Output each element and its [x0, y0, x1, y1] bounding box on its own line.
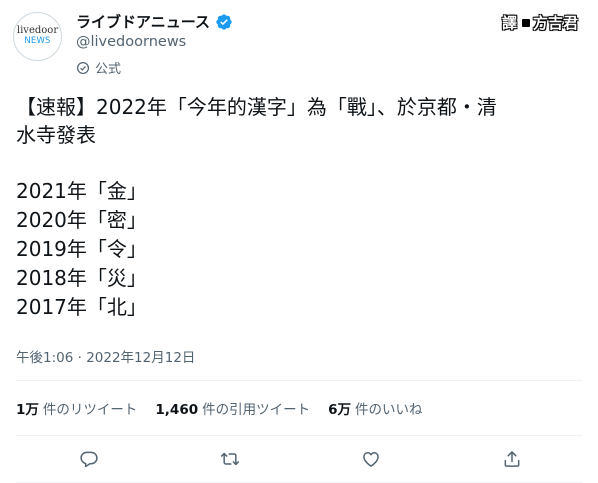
official-label: 公式 — [95, 62, 122, 77]
retweet-icon — [220, 452, 240, 466]
official-label-row: 公式 — [76, 58, 121, 77]
kanji-list-item: 2018年「災」 — [16, 266, 147, 290]
like-button[interactable] — [359, 447, 383, 471]
kanji-list-item: 2017年「北」 — [16, 295, 147, 319]
kanji-list-item: 2020年「密」 — [16, 208, 147, 232]
translator-name: 方吉君 — [532, 14, 578, 32]
like-icon — [363, 452, 379, 467]
tweet-actions — [0, 447, 598, 471]
quotes-label: 件の引用ツイート — [202, 402, 311, 418]
reply-icon — [80, 451, 98, 468]
tweet-text-line: 【速報】2022年「今年的漢字」為「戰」、於京都・清 — [16, 95, 497, 119]
divider — [16, 435, 582, 436]
tweet-card: livedoor NEWS ライブドアニュース @livedoornews 公式… — [0, 0, 598, 483]
tweet-text-line: 水寺發表 — [16, 123, 96, 147]
official-badge-icon — [76, 61, 90, 75]
tweet-text: 【速報】2022年「今年的漢字」為「戰」、於京都・清 水寺發表 2021年「金」… — [16, 93, 584, 322]
retweets-count: 1万 — [16, 402, 39, 418]
retweets-label: 件のリツイート — [42, 402, 138, 418]
share-icon — [504, 451, 520, 467]
kanji-list-item: 2021年「金」 — [16, 179, 147, 203]
retweets-stat[interactable]: 1万 件のリツイート — [16, 398, 137, 418]
tweet-timestamp[interactable]: 午後1:06 · 2022年12月12日 — [16, 346, 195, 366]
avatar[interactable]: livedoor NEWS — [13, 12, 62, 61]
avatar-brand-text: livedoor — [16, 25, 59, 37]
divider — [16, 380, 582, 381]
translator-separator-icon — [521, 18, 530, 27]
reply-button[interactable] — [77, 447, 101, 471]
engagement-stats: 1万 件のリツイート 1,460 件の引用ツイート 6万 件のいいね — [16, 398, 423, 418]
share-button[interactable] — [500, 447, 524, 471]
translator-tag: 譯 — [501, 14, 517, 32]
quotes-stat[interactable]: 1,460 件の引用ツイート — [155, 398, 310, 418]
verified-badge-icon — [215, 13, 233, 31]
kanji-list-item: 2019年「令」 — [16, 237, 147, 261]
account-handle[interactable]: @livedoornews — [76, 34, 186, 50]
retweet-button[interactable] — [218, 447, 242, 471]
likes-count: 6万 — [328, 402, 352, 418]
display-name[interactable]: ライブドアニュース — [76, 11, 210, 32]
name-row: ライブドアニュース — [76, 11, 233, 32]
quotes-count: 1,460 — [155, 402, 199, 418]
avatar-news-text: NEWS — [24, 36, 51, 47]
translator-credit: 譯 方吉君 — [500, 12, 578, 33]
likes-stat[interactable]: 6万 件のいいね — [328, 398, 422, 418]
likes-label: 件のいいね — [355, 402, 423, 418]
